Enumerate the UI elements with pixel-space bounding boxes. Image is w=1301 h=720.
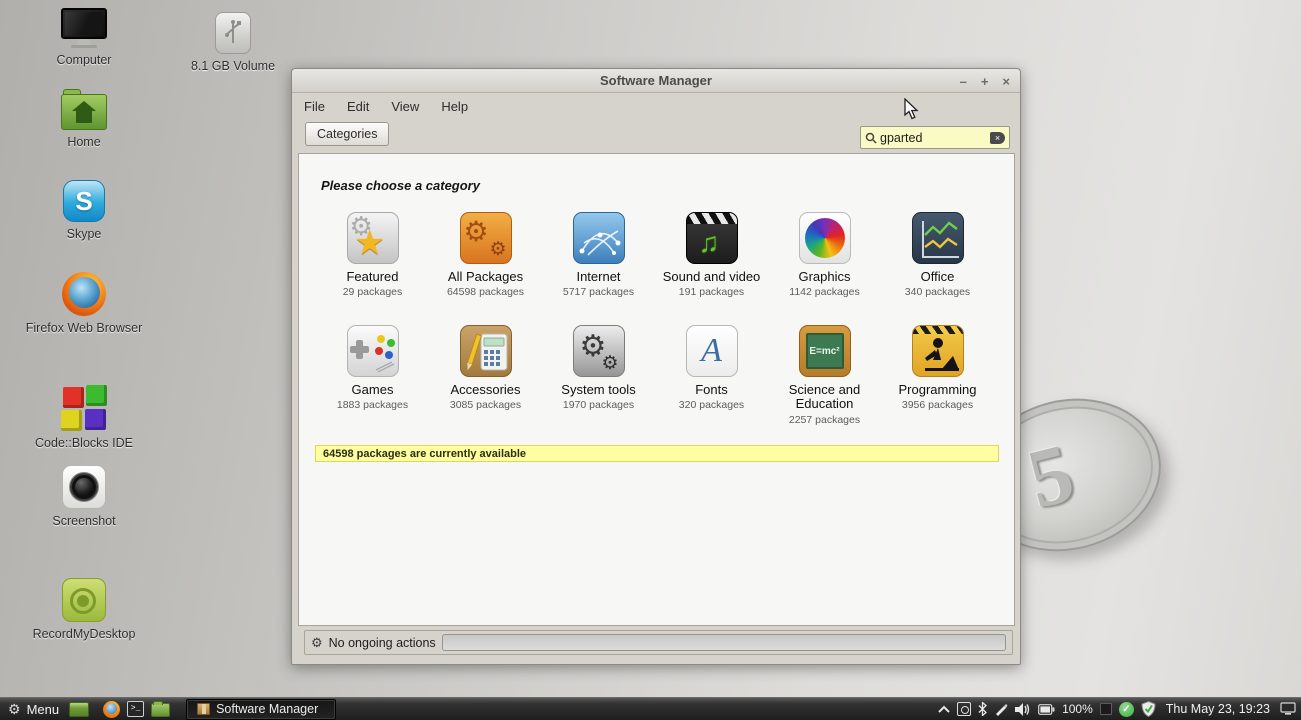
software-manager-window: Software Manager – + × File Edit View He… <box>291 68 1021 665</box>
programming-icon <box>911 325 964 377</box>
skype-icon: S <box>63 180 105 222</box>
desktop-icon-codeblocks[interactable]: Code::Blocks IDE <box>24 385 144 450</box>
category-internet[interactable]: Internet 5717 packages <box>542 212 655 298</box>
volume-icon[interactable] <box>1015 702 1031 716</box>
status-text: No ongoing actions <box>328 635 436 650</box>
accessories-icon <box>459 325 512 377</box>
terminal-launcher-icon[interactable]: >_ <box>127 701 145 717</box>
category-featured[interactable]: ⚙ ★ Featured 29 packages <box>316 212 429 298</box>
category-panel: Please choose a category ⚙ ★ Featured 29 … <box>298 153 1015 626</box>
firefox-icon <box>62 272 106 316</box>
mouse-cursor <box>904 98 919 120</box>
desktop-icon-skype[interactable]: S Skype <box>24 180 144 241</box>
category-office[interactable]: Office 340 packages <box>881 212 994 298</box>
games-icon <box>346 325 399 377</box>
desktop-icon-label: Home <box>67 135 101 149</box>
toolbar: Categories × <box>292 119 1020 155</box>
category-science-and-education[interactable]: E=mc² Science and Education 2257 package… <box>768 325 881 426</box>
screenshot-tray-icon[interactable] <box>1099 703 1112 715</box>
computer-icon <box>61 8 107 48</box>
package-count-info-bar: 64598 packages are currently available <box>315 445 999 462</box>
category-programming[interactable]: Programming 3956 packages <box>881 325 994 411</box>
firefox-launcher-icon[interactable] <box>103 700 121 718</box>
desktop-icon-label: Firefox Web Browser <box>25 321 143 335</box>
science-and-education-icon: E=mc² <box>798 325 851 377</box>
search-input[interactable] <box>880 130 987 145</box>
wallpaper-disc-number: 5 <box>1019 426 1083 527</box>
task-button-label: Software Manager <box>216 702 319 716</box>
workspace-monitor-icon[interactable] <box>1280 702 1296 716</box>
category-fonts[interactable]: A Fonts 320 packages <box>655 325 768 411</box>
desktop-icon-label: 8.1 GB Volume <box>190 59 276 73</box>
desktop: 5 Computer 8.1 GB Volume Home S Skype Fi… <box>0 0 1301 720</box>
sound-and-video-icon: ♫ <box>685 212 738 264</box>
show-desktop-icon[interactable] <box>69 701 90 717</box>
clear-search-icon[interactable]: × <box>990 131 1005 144</box>
category-graphics[interactable]: Graphics 1142 packages <box>768 212 881 298</box>
menu-gear-icon: ⚙ <box>8 700 21 717</box>
category-sound-and-video[interactable]: ♫ Sound and video 191 packages <box>655 212 768 298</box>
graphics-icon <box>798 212 851 264</box>
desktop-icon-firefox[interactable]: Firefox Web Browser <box>24 272 144 335</box>
taskbar: ⚙ Menu >_ Software Manager 100% ✓ Thu Ma… <box>0 697 1301 720</box>
files-launcher-icon[interactable] <box>151 701 171 717</box>
close-button[interactable]: × <box>1002 75 1010 88</box>
category-heading: Please choose a category <box>321 178 480 193</box>
titlebar[interactable]: Software Manager – + × <box>292 69 1020 93</box>
software-manager-task-button[interactable]: Software Manager <box>186 698 337 720</box>
category-all-packages[interactable]: ⚙ ⚙ All Packages 64598 packages <box>429 212 542 298</box>
desktop-icon-computer[interactable]: Computer <box>24 8 144 67</box>
menu-label: Menu <box>26 701 60 717</box>
search-box[interactable]: × <box>860 126 1010 149</box>
battery-icon[interactable] <box>1038 703 1055 715</box>
update-shield-icon[interactable] <box>1141 701 1156 717</box>
desktop-icon-recordmydesktop[interactable]: RecordMyDesktop <box>24 578 144 641</box>
package-icon <box>197 703 211 715</box>
recorder-tray-icon[interactable] <box>957 702 972 716</box>
desktop-icon-volume[interactable]: 8.1 GB Volume <box>173 12 293 73</box>
fonts-icon: A <box>685 325 738 377</box>
codeblocks-icon <box>61 385 107 431</box>
minimize-button[interactable]: – <box>960 75 967 88</box>
window-title: Software Manager <box>600 73 712 88</box>
desktop-icon-label: Screenshot <box>52 514 116 528</box>
desktop-icon-label: RecordMyDesktop <box>32 627 136 641</box>
category-system-tools[interactable]: ⚙ ⚙ System tools 1970 packages <box>542 325 655 411</box>
featured-icon: ⚙ ★ <box>346 212 399 264</box>
desktop-icon-screenshot[interactable]: Screenshot <box>24 465 144 528</box>
desktop-icon-label: Computer <box>56 53 112 67</box>
menu-view[interactable]: View <box>391 99 419 114</box>
category-games[interactable]: Games 1883 packages <box>316 325 429 411</box>
camera-lens-icon <box>62 465 106 509</box>
pen-tablet-icon[interactable] <box>994 702 1008 716</box>
all-packages-icon: ⚙ ⚙ <box>459 212 512 264</box>
search-icon <box>865 132 877 144</box>
maximize-button[interactable]: + <box>981 75 989 88</box>
usb-drive-icon <box>215 12 251 54</box>
menu-button[interactable]: ⚙ Menu <box>0 698 69 720</box>
internet-icon <box>572 212 625 264</box>
clock[interactable]: Thu May 23, 19:23 <box>1166 702 1270 716</box>
home-folder-icon <box>61 89 107 130</box>
recordmydesktop-icon <box>62 578 106 622</box>
system-tools-icon: ⚙ ⚙ <box>572 325 625 377</box>
category-accessories[interactable]: Accessories 3085 packages <box>429 325 542 411</box>
office-icon <box>911 212 964 264</box>
battery-percent: 100% <box>1062 702 1093 716</box>
menu-file[interactable]: File <box>304 99 325 114</box>
menu-edit[interactable]: Edit <box>347 99 369 114</box>
desktop-icon-label: Skype <box>66 227 102 241</box>
progress-bar <box>441 634 1006 651</box>
tray-expand-icon[interactable] <box>938 705 950 713</box>
bluetooth-icon[interactable] <box>978 702 988 716</box>
desktop-icon-label: Code::Blocks IDE <box>35 436 133 450</box>
system-tray: 100% ✓ Thu May 23, 19:23 <box>938 698 1301 720</box>
actions-gear-icon: ⚙ <box>311 634 323 650</box>
menu-help[interactable]: Help <box>441 99 468 114</box>
status-bar: ⚙ No ongoing actions <box>304 630 1013 655</box>
desktop-icon-home[interactable]: Home <box>24 88 144 149</box>
skype-status-icon[interactable]: ✓ <box>1118 701 1134 717</box>
categories-button[interactable]: Categories <box>305 122 390 146</box>
